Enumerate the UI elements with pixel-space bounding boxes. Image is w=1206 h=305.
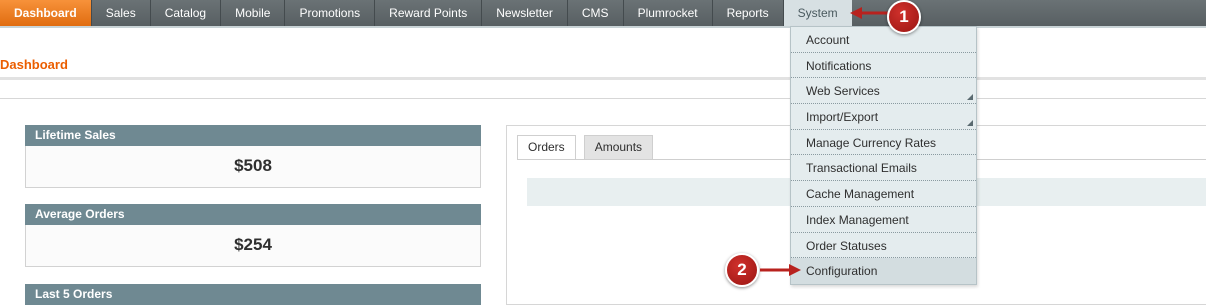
menu-item-label: Notifications	[806, 58, 872, 73]
top-navigation: Dashboard Sales Catalog Mobile Promotion…	[0, 0, 1206, 28]
chart-tabs: Orders Amounts	[517, 135, 661, 160]
menu-item-label: Web Services	[806, 84, 880, 99]
menu-item-transactional-emails[interactable]: Transactional Emails	[791, 155, 976, 182]
system-dropdown-menu: Account Notifications Web Services Impor…	[790, 26, 977, 285]
tab-amounts[interactable]: Amounts	[583, 135, 654, 159]
menu-item-index-management[interactable]: Index Management	[791, 207, 976, 233]
average-orders-value: $254	[25, 225, 481, 267]
callout-arrow-2-icon	[760, 264, 801, 276]
menu-item-label: Configuration	[806, 264, 878, 279]
average-orders-label: Average Orders	[25, 204, 481, 225]
nav-item-cms[interactable]: CMS	[568, 0, 624, 26]
menu-item-import-export[interactable]: Import/Export	[791, 104, 976, 130]
nav-item-newsletter[interactable]: Newsletter	[482, 0, 568, 26]
menu-item-label: Account	[806, 33, 850, 47]
nav-item-catalog[interactable]: Catalog	[151, 0, 222, 26]
menu-item-label: Manage Currency Rates	[806, 135, 937, 150]
menu-item-label: Import/Export	[806, 110, 879, 125]
nav-item-sales[interactable]: Sales	[92, 0, 151, 26]
content-divider	[0, 98, 1206, 99]
average-orders-box: Average Orders $254	[25, 204, 481, 267]
submenu-indicator-icon	[967, 94, 973, 101]
tab-orders[interactable]: Orders	[517, 135, 576, 160]
menu-item-label: Cache Management	[806, 187, 915, 202]
callout-badge-2: 2	[725, 253, 759, 287]
menu-item-web-services[interactable]: Web Services	[791, 78, 976, 105]
nav-item-system[interactable]: System	[783, 0, 852, 26]
menu-item-manage-currency-rates[interactable]: Manage Currency Rates	[791, 130, 976, 156]
nav-item-reports[interactable]: Reports	[713, 0, 784, 26]
menu-item-order-statuses[interactable]: Order Statuses	[791, 233, 976, 259]
lifetime-sales-box: Lifetime Sales $508	[25, 125, 481, 188]
title-divider	[0, 77, 1206, 80]
menu-item-configuration[interactable]: Configuration	[791, 258, 976, 284]
menu-item-notifications[interactable]: Notifications	[791, 53, 976, 79]
page-title: Dashboard	[0, 57, 68, 72]
last-5-orders-label: Last 5 Orders	[25, 284, 481, 305]
nav-item-dashboard[interactable]: Dashboard	[0, 0, 92, 26]
menu-item-label: Index Management	[806, 212, 909, 227]
nav-item-promotions[interactable]: Promotions	[285, 0, 376, 26]
callout-badge-1: 1	[887, 0, 921, 34]
submenu-indicator-icon	[967, 119, 973, 126]
lifetime-sales-value: $508	[25, 146, 481, 188]
callout-arrow-1-icon	[850, 7, 889, 19]
admin-page: Dashboard Sales Catalog Mobile Promotion…	[0, 0, 1206, 305]
menu-item-account[interactable]: Account	[791, 27, 976, 53]
lifetime-sales-label: Lifetime Sales	[25, 125, 481, 146]
menu-item-label: Transactional Emails	[806, 161, 917, 176]
nav-item-mobile[interactable]: Mobile	[221, 0, 286, 26]
nav-item-plumrocket[interactable]: Plumrocket	[624, 0, 713, 26]
last-5-orders-box: Last 5 Orders	[25, 284, 481, 305]
nav-item-reward-points[interactable]: Reward Points	[375, 0, 483, 26]
menu-item-label: Order Statuses	[806, 238, 887, 253]
menu-item-cache-management[interactable]: Cache Management	[791, 181, 976, 207]
